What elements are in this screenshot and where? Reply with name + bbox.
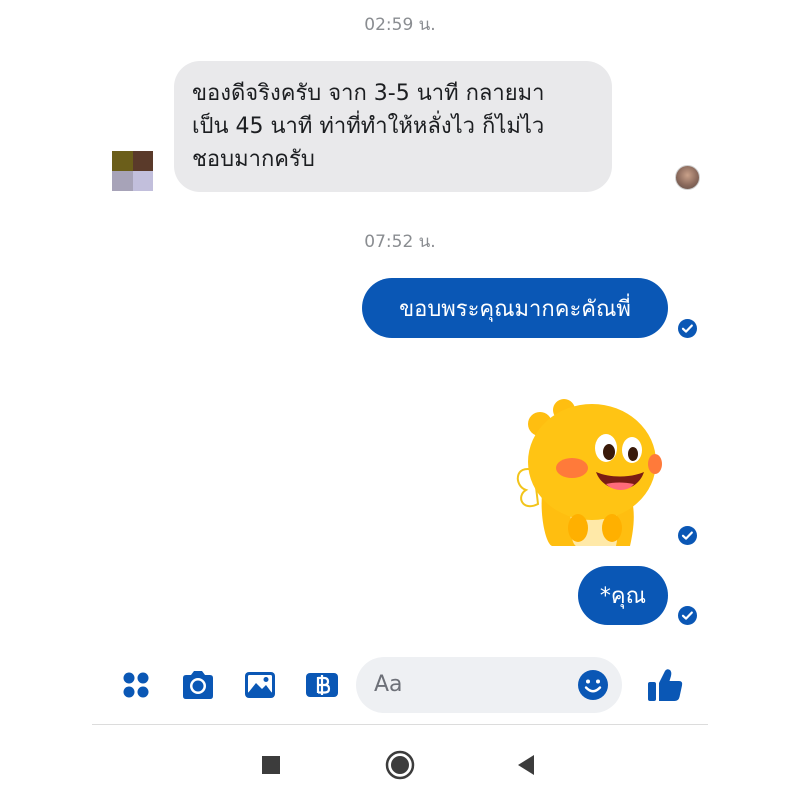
emoji-icon[interactable]	[576, 668, 610, 702]
back-icon[interactable]	[509, 748, 543, 782]
timestamp: 02:59 น.	[364, 15, 436, 35]
message-input[interactable]: Aa	[356, 657, 622, 713]
thumbs-up-icon[interactable]	[645, 665, 685, 705]
recent-apps-icon[interactable]	[254, 748, 288, 782]
incoming-message-bubble[interactable]: ของดีจริงครับ จาก 3-5 นาที กลายมา เป็น 4…	[174, 61, 612, 192]
menu-icon[interactable]	[116, 665, 156, 705]
message-line: ของดีจริงครับ จาก 3-5 นาที กลายมา	[192, 81, 545, 106]
timestamp: 07:52 น.	[364, 232, 436, 252]
sticker-image[interactable]	[512, 398, 662, 546]
message-text: ขอบพระคุณมากคะคัณพี่	[399, 296, 631, 322]
outgoing-message-bubble[interactable]: *คุณ	[578, 566, 668, 625]
message-line: เป็น 45 นาที ท่าที่ทำให้หลั่งไว ก็ไม่ไว	[192, 114, 545, 139]
delivered-check-icon	[678, 606, 697, 625]
message-line: ชอบมากครับ	[192, 147, 315, 172]
message-composer: Aa	[0, 650, 800, 720]
read-receipt-avatar	[675, 165, 700, 190]
gallery-icon[interactable]	[240, 665, 280, 705]
sender-avatar[interactable]	[112, 151, 153, 191]
system-navigation-bar	[0, 740, 800, 790]
input-placeholder: Aa	[374, 672, 403, 697]
delivered-check-icon	[678, 526, 697, 545]
divider	[92, 724, 708, 725]
camera-icon[interactable]	[178, 665, 218, 705]
delivered-check-icon	[678, 319, 697, 338]
home-icon[interactable]	[383, 748, 417, 782]
payment-icon[interactable]	[302, 665, 342, 705]
outgoing-message-bubble[interactable]: ขอบพระคุณมากคะคัณพี่	[362, 278, 668, 338]
message-text: *คุณ	[599, 584, 647, 609]
